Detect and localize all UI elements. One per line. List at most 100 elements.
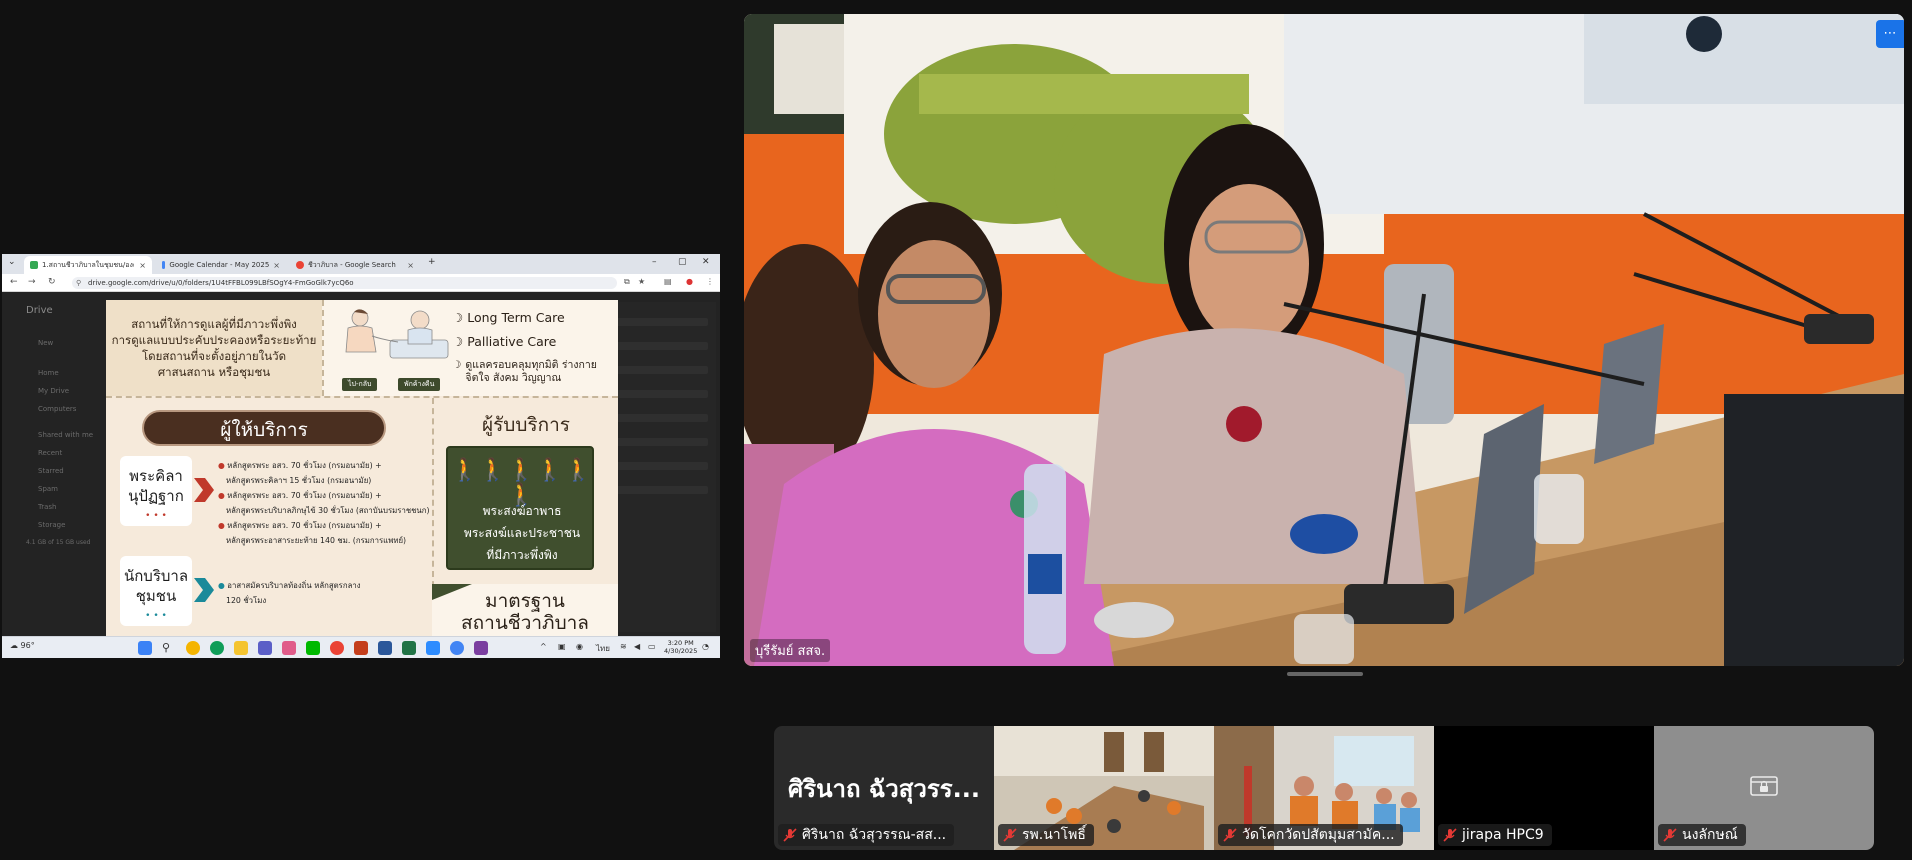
line-icon[interactable]: [306, 641, 320, 655]
drive-nav-spam[interactable]: Spam: [12, 480, 93, 498]
slide-provider-caregiver: นักบริบาล ชุมชน • • • ● อาสาสมัครบริบาลท…: [120, 556, 430, 628]
address-bar: ← → ↻ ⚲ drive.google.com/drive/u/0/folde…: [2, 274, 720, 292]
file-explorer-icon[interactable]: [234, 641, 248, 655]
drive-logo: Drive: [26, 305, 53, 316]
slide-provider-monk: พระคิลา นุปัฏฐาก • • • ● หลักสูตรพระ อสว…: [120, 456, 430, 545]
drive-icon: [30, 261, 38, 269]
teams-icon[interactable]: [258, 641, 272, 655]
slide-receiver-title: ผู้รับบริการ: [481, 414, 571, 436]
resize-handle[interactable]: [1287, 672, 1363, 676]
moon-bullet-icon: ☽: [452, 310, 464, 325]
close-tab-icon[interactable]: ×: [407, 261, 414, 270]
clock[interactable]: 3:20 PM 4/30/2025: [664, 639, 697, 655]
browser-tab-search[interactable]: ชีวาภิบาล - Google Search ×: [290, 256, 420, 274]
new-tab-button[interactable]: +: [428, 257, 436, 267]
mic-off-icon: [1663, 828, 1677, 842]
calendar-icon: [162, 261, 166, 269]
tray-chevron-icon[interactable]: ^: [540, 642, 547, 651]
participant-tile[interactable]: jirapa HPC9: [1434, 726, 1654, 850]
provider-badge: นักบริบาล ชุมชน • • •: [120, 556, 192, 626]
drive-nav-computers[interactable]: Computers: [12, 400, 93, 418]
mic-off-icon: [783, 828, 797, 842]
browser-tab-calendar[interactable]: Google Calendar - May 2025 ×: [156, 256, 286, 274]
volume-icon[interactable]: ◀: [634, 642, 640, 651]
url-field[interactable]: ⚲ drive.google.com/drive/u/0/folders/1U4…: [72, 277, 617, 289]
chrome-icon[interactable]: [186, 641, 200, 655]
participant-tile[interactable]: วัดโคกวัดปสัตมุมสามัค...: [1214, 726, 1434, 850]
start-icon[interactable]: [138, 641, 152, 655]
drive-nav-my-drive[interactable]: My Drive: [12, 382, 93, 400]
close-tab-icon[interactable]: ×: [139, 261, 146, 270]
word-icon[interactable]: [378, 641, 392, 655]
drive-sidebar: Drive New Home My Drive Computers Shared…: [12, 302, 93, 552]
speaker-name-label: บุรีรัมย์ สสจ.: [750, 639, 831, 662]
weather-widget[interactable]: ☁ 96°: [10, 641, 35, 650]
drive-storage-text: 4.1 GB of 15 GB used: [26, 539, 91, 546]
drive-new-button[interactable]: New: [12, 334, 93, 352]
tray-app-icon[interactable]: ▣: [558, 642, 566, 651]
browser-tab-drive[interactable]: 1.สถานชีวาภิบาลในชุมชน/องค์กร ... ×: [24, 256, 152, 274]
moon-bullet-icon: ☽: [452, 359, 462, 371]
mic-off-icon: [1443, 828, 1457, 842]
drive-nav-recent[interactable]: Recent: [12, 444, 93, 462]
install-icon[interactable]: ⧉: [624, 277, 630, 287]
chrome-alt-icon[interactable]: [450, 641, 464, 655]
slide-pill-daycare: ไป-กลับ: [342, 378, 378, 391]
video-locked-icon: [1750, 776, 1778, 796]
drive-nav-trash[interactable]: Trash: [12, 498, 93, 516]
slide-care-types: ไป-กลับ พักค้างคืน ☽ Long Term Care ☽ Pall…: [322, 300, 618, 396]
bookmark-star-icon[interactable]: ★: [638, 277, 645, 286]
participant-label: jirapa HPC9: [1438, 824, 1552, 846]
participant-label: รพ.นาโพธิ์: [998, 824, 1094, 846]
language-indicator[interactable]: ไทย: [596, 642, 610, 655]
drive-nav-storage[interactable]: Storage: [12, 516, 93, 534]
app-alt-icon[interactable]: [474, 641, 488, 655]
provider-badge: พระคิลา นุปัฏฐาก • • •: [120, 456, 192, 526]
participant-label: ศิรินาถ ฉัวสุวรรณ-สส...: [778, 824, 955, 846]
mic-off-icon: [1223, 828, 1237, 842]
wifi-icon[interactable]: ≋: [620, 642, 627, 651]
battery-icon[interactable]: ▭: [648, 642, 656, 651]
reload-icon[interactable]: ↻: [48, 277, 56, 287]
close-tab-icon[interactable]: ×: [273, 261, 280, 270]
participant-tile[interactable]: รพ.นาโพธิ์: [994, 726, 1214, 850]
slide-divider: [106, 396, 618, 398]
main-speaker-video[interactable]: บุรีรัมย์ สสจ. ⋯: [744, 14, 1904, 666]
participant-strip: ศิรินาถ ฉัวสุวรร... ศิรินาถ ฉัวสุวรรณ-สส…: [774, 726, 1874, 850]
zoom-icon[interactable]: [426, 641, 440, 655]
slide-care-list: ☽ Long Term Care ☽ Palliative Care ☽ ดูแลค…: [452, 306, 597, 385]
participant-tile[interactable]: ศิรินาถ ฉัวสุวรร... ศิรินาถ ฉัวสุวรรณ-สส…: [774, 726, 994, 850]
slide-pill-overnight: พักค้างคืน: [398, 378, 441, 391]
maximize-icon[interactable]: ▢: [678, 257, 687, 267]
profile-icon[interactable]: ●: [686, 277, 693, 286]
search-icon[interactable]: ⚲: [162, 641, 176, 655]
back-icon[interactable]: ←: [10, 277, 18, 287]
more-options-button[interactable]: ⋯: [1876, 20, 1904, 48]
extensions-icon[interactable]: ▤: [664, 277, 672, 286]
app-icon[interactable]: [282, 641, 296, 655]
provider-courses: ● อาสาสมัครบริบาลท้องถิ่น หลักสูตรกลาง 1…: [218, 581, 361, 605]
participant-tile[interactable]: นงลักษณ์: [1654, 726, 1874, 850]
drive-nav-home[interactable]: Home: [12, 364, 93, 382]
chrome-profile-icon[interactable]: [330, 641, 344, 655]
slide-receiver-box: 🚶🚶🚶🚶🚶🚶 พระสงฆ์อาพาธ พระสงฆ์และประชาชน ที…: [446, 446, 594, 570]
browser-menu-icon[interactable]: ⋮: [706, 277, 714, 286]
provider-courses: ● หลักสูตรพระ อสว. 70 ชั่วโมง (กรมอนามัย…: [218, 461, 430, 545]
chevron-right-icon: [194, 478, 214, 502]
drive-nav-starred[interactable]: Starred: [12, 462, 93, 480]
notification-bell-icon[interactable]: ◔: [702, 642, 709, 651]
excel-icon[interactable]: [402, 641, 416, 655]
edge-icon[interactable]: [210, 641, 224, 655]
close-window-icon[interactable]: ✕: [702, 257, 710, 267]
google-icon: [296, 261, 304, 269]
powerpoint-icon[interactable]: [354, 641, 368, 655]
drive-nav-shared[interactable]: Shared with me: [12, 426, 93, 444]
forward-icon[interactable]: →: [28, 277, 36, 287]
slide-preview: สถานที่ให้การดูแลผู้ที่มีภาวะพึ่งพิง การ…: [106, 300, 618, 636]
chevron-right-icon: [194, 578, 214, 602]
tray-app-icon[interactable]: ◉: [576, 642, 583, 651]
drive-file-panel: [606, 302, 716, 632]
minimize-icon[interactable]: –: [652, 257, 657, 267]
site-info-icon[interactable]: ⚲: [76, 277, 81, 289]
tab-search-icon[interactable]: ⌄: [8, 257, 16, 267]
